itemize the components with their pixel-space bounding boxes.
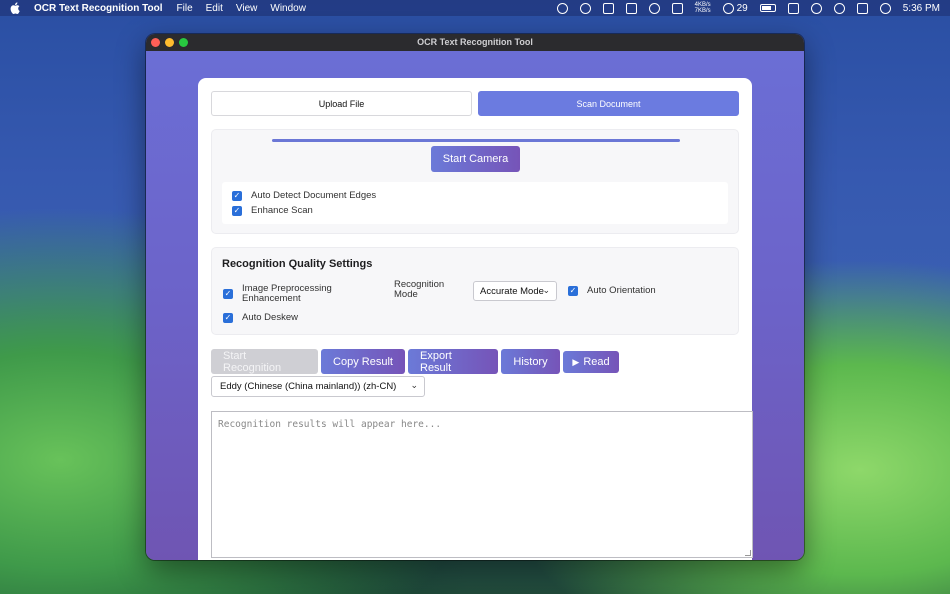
option-image-preprocessing[interactable]: ✓ Image Preprocessing Enhancement [223,284,332,304]
auto-deskew-label: Auto Deskew [242,312,298,323]
apple-icon[interactable] [10,2,20,15]
menu-bar: OCR Text Recognition Tool File Edit View… [0,0,950,16]
main-card: Upload File Scan Document Start Camera ✓… [198,78,753,560]
menu-window[interactable]: Window [270,3,306,14]
read-label: Read [583,356,610,368]
status-area: 4KB/s 7KB/s 29 5:36 PM [556,2,940,14]
mode-tabs: Upload File Scan Document [211,91,739,116]
focus-icon[interactable] [556,2,568,14]
option-auto-detect-edges[interactable]: ✓ Auto Detect Document Edges [232,188,718,203]
start-camera-button[interactable]: Start Camera [431,146,520,172]
quality-settings-panel: Recognition Quality Settings ✓ Image Pre… [211,247,739,335]
window-controls [151,38,188,47]
option-label: Enhance Scan [251,205,313,216]
app-window: OCR Text Recognition Tool Upload File Sc… [146,34,804,560]
recognition-mode-select[interactable]: Accurate Mode ⌄ [473,281,557,301]
resize-handle[interactable] [745,550,751,556]
option-auto-deskew[interactable]: ✓ Auto Deskew [223,312,298,323]
clock[interactable]: 5:36 PM [903,3,940,14]
wechat-count: 29 [736,2,748,14]
option-enhance-scan[interactable]: ✓ Enhance Scan [232,203,718,218]
copy-result-button[interactable]: Copy Result [321,349,405,374]
tab-scan-document[interactable]: Scan Document [478,91,739,116]
label-line: Enhancement [242,293,301,304]
result-textarea[interactable]: Recognition results will appear here... [211,411,753,558]
enhance-scan-checkbox[interactable]: ✓ [232,205,242,216]
scan-options: ✓ Auto Detect Document Edges ✓ Enhance S… [222,182,728,224]
scan-progress-fill [272,139,680,142]
result-placeholder: Recognition results will appear here... [218,419,442,430]
scrobble-icon[interactable] [787,2,799,14]
option-label: Auto Detect Document Edges [251,190,377,201]
auto-orientation-label: Auto Orientation [587,285,656,296]
window-title: OCR Text Recognition Tool [417,37,533,47]
search-icon[interactable] [833,2,845,14]
chevron-down-icon: ⌄ [410,380,418,390]
menu-file[interactable]: File [177,3,193,14]
mode-select-value: Accurate Mode [480,285,544,297]
cloud-icon[interactable] [625,2,637,14]
auto-detect-edges-checkbox[interactable]: ✓ [232,190,242,201]
export-result-button[interactable]: Export Result [408,349,498,374]
menu-edit[interactable]: Edit [206,3,223,14]
shield-icon[interactable] [579,2,591,14]
recognition-mode-label: Recognition Mode [394,280,444,300]
control-center-icon[interactable] [856,2,868,14]
dropbox-icon[interactable] [602,2,614,14]
image-preprocessing-checkbox[interactable]: ✓ [223,289,233,299]
wechat-icon [722,2,734,14]
title-bar: OCR Text Recognition Tool [146,34,804,51]
siri-icon[interactable] [879,2,891,14]
scan-panel: Start Camera ✓ Auto Detect Document Edge… [211,129,739,234]
vpn-icon[interactable] [648,2,660,14]
wechat-status[interactable]: 29 [722,2,748,14]
scan-progress-bar [272,139,680,142]
chevron-down-icon: ⌄ [542,285,550,295]
auto-deskew-checkbox[interactable]: ✓ [223,312,233,323]
battery-icon[interactable] [759,4,776,12]
wifi-icon[interactable] [810,2,822,14]
auto-orientation-checkbox[interactable]: ✓ [568,285,578,296]
start-recognition-button[interactable]: Start Recognition [211,349,318,374]
label-line: Mode [394,289,418,300]
quality-settings-title: Recognition Quality Settings [222,258,373,270]
tab-upload-file[interactable]: Upload File [211,91,472,116]
action-buttons: Start Recognition Copy Result Export Res… [211,349,619,374]
maximize-window-button[interactable] [179,38,188,47]
close-window-button[interactable] [151,38,160,47]
menu-view[interactable]: View [236,3,258,14]
minimize-window-button[interactable] [165,38,174,47]
voice-select[interactable]: Eddy (Chinese (China mainland)) (zh-CN) … [211,376,425,397]
clipboard-icon[interactable] [671,2,683,14]
menubar-app-name[interactable]: OCR Text Recognition Tool [34,3,163,14]
read-aloud-button[interactable]: ▶ Read [563,351,619,373]
option-auto-orientation[interactable]: ✓ Auto Orientation [568,285,656,296]
voice-select-value: Eddy (Chinese (China mainland)) (zh-CN) [220,381,397,392]
network-speed[interactable]: 4KB/s 7KB/s [695,2,711,14]
history-button[interactable]: History [501,349,560,374]
net-down: 7KB/s [694,8,711,14]
image-preprocessing-label: Image Preprocessing Enhancement [242,284,332,304]
play-icon: ▶ [572,356,580,367]
